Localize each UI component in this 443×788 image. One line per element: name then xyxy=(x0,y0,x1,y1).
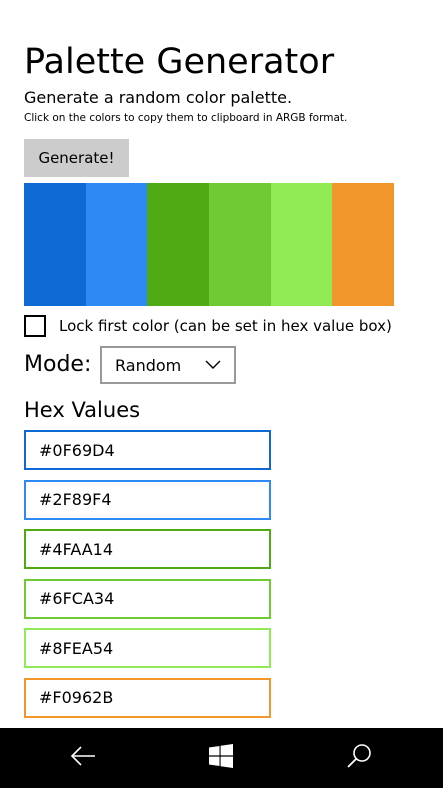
page-subtitle: Generate a random color palette. xyxy=(24,88,293,107)
hex-input-value: #0F69D4 xyxy=(39,440,115,460)
chevron-down-icon xyxy=(201,353,225,377)
color-swatch-1[interactable] xyxy=(24,183,86,306)
color-swatch-2[interactable] xyxy=(85,183,148,306)
lock-first-color-checkbox[interactable] xyxy=(24,315,46,337)
search-button[interactable] xyxy=(329,728,389,788)
mode-label: Mode: xyxy=(24,352,92,377)
color-swatch-6[interactable] xyxy=(332,183,395,306)
color-palette xyxy=(24,183,395,306)
mode-selected-value: Random xyxy=(115,355,182,375)
hex-input-value: #2F89F4 xyxy=(39,490,112,510)
hex-input-value: #F0962B xyxy=(39,688,114,708)
start-button[interactable] xyxy=(191,728,251,788)
lock-first-color-row: Lock first color (can be set in hex valu… xyxy=(24,314,392,338)
lock-first-color-label[interactable]: Lock first color (can be set in hex valu… xyxy=(59,317,392,335)
back-button[interactable] xyxy=(53,728,113,788)
windows-start-icon xyxy=(209,744,233,772)
back-arrow-icon xyxy=(70,746,96,770)
hex-input-5[interactable]: #8FEA54 xyxy=(24,628,271,669)
color-swatch-5[interactable] xyxy=(270,183,333,306)
hex-input-4[interactable]: #6FCA34 xyxy=(24,578,271,619)
hex-input-value: #6FCA34 xyxy=(39,589,115,609)
hex-input-value: #4FAA14 xyxy=(39,539,114,559)
search-icon xyxy=(346,743,372,773)
mode-dropdown[interactable]: Random xyxy=(100,346,236,384)
hex-input-1[interactable]: #0F69D4 xyxy=(24,430,271,470)
hex-input-3[interactable]: #4FAA14 xyxy=(24,529,271,570)
hex-values-list: #0F69D4 #2F89F4 #4FAA14 #6FCA34 #8FEA54 … xyxy=(24,430,271,728)
color-swatch-3[interactable] xyxy=(147,183,210,306)
color-swatch-4[interactable] xyxy=(209,183,271,306)
hex-values-heading: Hex Values xyxy=(24,398,141,422)
hex-input-6[interactable]: #F0962B xyxy=(24,677,271,718)
system-navigation-bar xyxy=(0,728,443,788)
instructions-text: Click on the colors to copy them to clip… xyxy=(24,112,348,124)
generate-button[interactable]: Generate! xyxy=(24,139,129,177)
page-title: Palette Generator xyxy=(24,42,335,82)
hex-input-value: #8FEA54 xyxy=(39,638,114,658)
hex-input-2[interactable]: #2F89F4 xyxy=(24,479,271,520)
